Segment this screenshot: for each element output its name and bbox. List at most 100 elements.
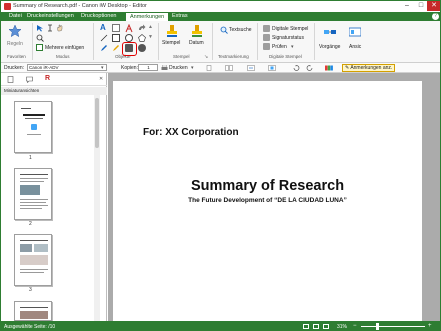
- thumb-line: [20, 205, 48, 206]
- title-bar: Summary of Research.pdf - Canon iW Deskt…: [1, 1, 440, 12]
- zoom-slider-handle[interactable]: [376, 323, 379, 330]
- scroll-down-icon[interactable]: ▼: [148, 34, 153, 40]
- stempel-button[interactable]: Stempel: [162, 40, 180, 46]
- view-icon[interactable]: [348, 27, 362, 39]
- thumb-table: [20, 255, 48, 265]
- help-icon[interactable]: ?: [432, 13, 439, 20]
- date-stamp-icon[interactable]: [190, 24, 204, 40]
- textsuche-button[interactable]: Textsuche: [229, 27, 252, 33]
- process-icon[interactable]: [324, 27, 336, 39]
- two-page-icon[interactable]: [225, 65, 233, 73]
- zoom-out-icon[interactable]: −: [353, 323, 357, 329]
- textbox-icon[interactable]: [112, 24, 120, 32]
- window-title: Summary of Research.pdf - Canon iW Deskt…: [13, 3, 147, 9]
- thumb-line: [20, 202, 46, 203]
- ellipse-icon[interactable]: [125, 34, 133, 42]
- hand-tool-icon[interactable]: [56, 24, 64, 34]
- vorgaenge-button[interactable]: Vorgänge: [319, 44, 340, 50]
- fit-width-icon[interactable]: [247, 65, 255, 73]
- single-page-icon[interactable]: [206, 65, 212, 73]
- marker-icon[interactable]: [112, 44, 120, 54]
- digital-stamp-icon[interactable]: [263, 25, 270, 32]
- signature-status-icon[interactable]: [263, 34, 270, 41]
- close-button[interactable]: ✕: [427, 1, 440, 11]
- tab-extras[interactable]: Extras: [168, 12, 192, 21]
- stamp-icon[interactable]: [165, 24, 179, 40]
- printer-dropdown-icon[interactable]: ▾: [101, 65, 104, 71]
- two-page-view-icon[interactable]: [313, 324, 319, 329]
- thumb-line: [20, 181, 44, 182]
- drucken-dropdown-icon[interactable]: ▾: [191, 65, 194, 71]
- thumb-line: [20, 199, 48, 200]
- anmerkungen-anzeigen-button[interactable]: ✎ Anmerkungen anz.: [342, 64, 396, 72]
- thumb-line: [20, 240, 48, 241]
- page-view-icon[interactable]: [303, 324, 309, 329]
- thumb-line: [20, 269, 48, 270]
- group-label-digitale-stempel: Digitale Stempel: [269, 54, 302, 59]
- tab-druckeinstellungen[interactable]: Druckeinstellungen: [23, 12, 78, 21]
- print-icon[interactable]: [161, 64, 168, 73]
- group-label-favoriten: Favoriten: [7, 54, 26, 59]
- pruefen-button[interactable]: Prüfen: [272, 44, 287, 50]
- group-separator: [257, 23, 258, 60]
- line-icon[interactable]: [100, 34, 108, 44]
- group-separator: [212, 23, 213, 60]
- thumb-image: [20, 244, 32, 252]
- rotate-left-icon[interactable]: [293, 65, 300, 73]
- thumb-image: [20, 311, 48, 319]
- thumb-image: [34, 244, 48, 252]
- sidebar-tabs: R ✕: [1, 73, 107, 86]
- zoom-icon[interactable]: [36, 34, 44, 44]
- print-toolbar: Drucken: Canon iR-ADV ▾ Kopien: 1 Drucke…: [1, 63, 440, 73]
- thumbnail-page-1[interactable]: [14, 101, 52, 153]
- pen-icon[interactable]: [100, 44, 108, 54]
- redo-annotation-icon[interactable]: [138, 24, 146, 34]
- text-search-icon[interactable]: [220, 26, 228, 36]
- minimize-button[interactable]: –: [400, 1, 414, 11]
- scroll-view-icon[interactable]: [323, 324, 329, 329]
- zoom-slider-track[interactable]: [361, 326, 425, 327]
- sidebar-close-icon[interactable]: ✕: [99, 76, 103, 82]
- thumbnail-page-2[interactable]: [14, 168, 52, 220]
- text-select-icon[interactable]: [46, 24, 54, 34]
- filled-ellipse-icon[interactable]: [138, 44, 146, 52]
- color-mode-icon[interactable]: [325, 65, 333, 73]
- rectangle-icon[interactable]: [112, 34, 120, 42]
- copies-input[interactable]: 1: [138, 64, 158, 71]
- tab-druckoptionen[interactable]: Druckoptionen: [77, 12, 120, 21]
- text-annotation-icon[interactable]: A: [100, 23, 106, 32]
- thumb-line: [20, 208, 42, 209]
- comments-tab-icon[interactable]: [26, 76, 33, 85]
- signaturstatus-button[interactable]: Signaturstatus: [272, 35, 304, 41]
- thumb-subtitle-line: [25, 118, 43, 119]
- pruefen-dropdown-icon[interactable]: ▾: [291, 44, 294, 50]
- pages-tab-icon[interactable]: [7, 76, 14, 85]
- mehrere-checkbox[interactable]: [36, 44, 43, 51]
- group-separator: [32, 23, 33, 60]
- app-icon: [4, 3, 11, 10]
- page-number-1: 1: [29, 155, 32, 161]
- star-icon[interactable]: [8, 24, 22, 40]
- fit-page-icon[interactable]: [268, 65, 276, 73]
- verify-icon[interactable]: [263, 43, 270, 50]
- stamp-settings-icon[interactable]: ↘: [204, 54, 208, 60]
- digitale-stempel-button[interactable]: Digitale Stempel: [272, 26, 308, 32]
- thumbnails-header: Miniaturansichten: [1, 87, 107, 95]
- maximize-button[interactable]: □: [414, 1, 428, 11]
- rotate-right-icon[interactable]: [306, 65, 313, 73]
- select-cursor-icon[interactable]: [36, 24, 44, 34]
- thumb-line: [20, 307, 48, 308]
- scroll-up-icon[interactable]: ▲: [148, 24, 153, 30]
- group-separator: [314, 23, 315, 60]
- thumbnail-page-3[interactable]: [14, 234, 52, 286]
- thumbnail-page-4[interactable]: [14, 301, 52, 321]
- bookmarks-tab-icon[interactable]: R: [45, 75, 50, 82]
- zoom-in-icon[interactable]: +: [428, 323, 432, 329]
- drucken-button[interactable]: Drucken: [169, 65, 188, 71]
- ansicht-button[interactable]: Ansic: [349, 44, 361, 50]
- sidebar-scrollbar-thumb[interactable]: [95, 98, 99, 148]
- polygon-icon[interactable]: [138, 34, 146, 44]
- printer-select[interactable]: Canon iR-ADV: [27, 64, 107, 71]
- datum-button[interactable]: Datum: [189, 40, 204, 46]
- regeln-button[interactable]: Regeln: [7, 41, 23, 47]
